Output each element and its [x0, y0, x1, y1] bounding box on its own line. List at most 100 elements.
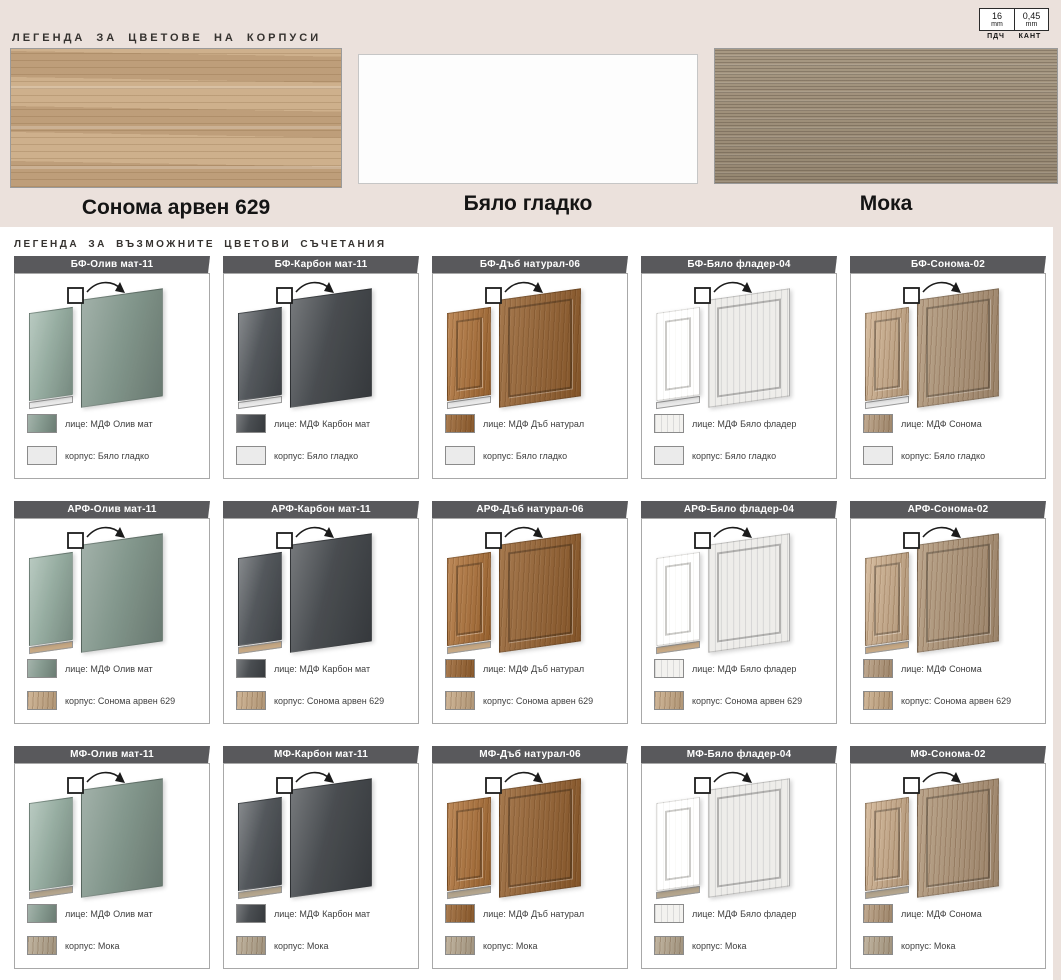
combination-card-body: лице: МДФ Олив мат корпус: Бяло гладко [14, 273, 210, 479]
combination-card-title: АРФ-Карбон мат-11 [223, 501, 419, 518]
face-row: лице: МДФ Дъб натурал [445, 904, 584, 923]
face-row: лице: МДФ Карбон мат [236, 414, 370, 433]
edgeband-thickness-unit: mm [1015, 21, 1048, 28]
body-label: корпус: Сонома арвен 629 [692, 696, 802, 706]
edge-info: 16 mm 0,45 mm ПДЧ КАНТ [979, 8, 1049, 40]
combination-card-body: лице: МДФ Сонома корпус: Мока [850, 763, 1046, 969]
body-label: корпус: Бяло гладко [692, 451, 776, 461]
door-panel-small [447, 552, 491, 646]
combination-card-body: лице: МДФ Олив мат корпус: Мока [14, 763, 210, 969]
face-row: лице: МДФ Дъб натурал [445, 414, 584, 433]
combination-card-title: БФ-Сонома-02 [850, 256, 1046, 273]
door-panel-small [238, 307, 282, 401]
face-label: лице: МДФ Сонома [901, 419, 982, 429]
edge-info-labels: ПДЧ КАНТ [979, 33, 1049, 40]
body-row: корпус: Сонома арвен 629 [863, 691, 1011, 710]
body-swatch [445, 936, 475, 955]
door-swing-icon [483, 277, 555, 307]
body-row: корпус: Бяло гладко [654, 446, 776, 465]
face-swatch [236, 904, 266, 923]
body-row: корпус: Мока [654, 936, 747, 955]
face-label: лице: МДФ Карбон мат [274, 419, 370, 429]
combination-card-body: лице: МДФ Дъб натурал корпус: Сонома арв… [432, 518, 628, 724]
body-swatch [654, 691, 684, 710]
door-panel-small [238, 552, 282, 646]
body-label: корпус: Бяло гладко [65, 451, 149, 461]
edgeband-thickness-value: 0,45 [1015, 11, 1048, 21]
combination-card-title: МФ-Карбон мат-11 [223, 746, 419, 763]
door-swing-icon [901, 277, 973, 307]
combination-card: БФ-Сонома-02 лице: МДФ Сонома корпус: Бя… [850, 256, 1046, 479]
moka-swatch [714, 48, 1058, 184]
door-illustration [433, 274, 627, 410]
combination-card: БФ-Карбон мат-11 лице: МДФ Карбон мат ко… [223, 256, 419, 479]
combination-card-title: АРФ-Дъб натурал-06 [432, 501, 628, 518]
door-panel-small [865, 552, 909, 646]
door-illustration [642, 764, 836, 900]
body-label: корпус: Сонома арвен 629 [65, 696, 175, 706]
body-color-sample-white: Бяло гладко [358, 48, 698, 216]
door-illustration [642, 519, 836, 655]
combination-card: МФ-Олив мат-11 лице: МДФ Олив мат корпус… [14, 746, 210, 969]
door-illustration [224, 274, 418, 410]
combination-card-body: лице: МДФ Бяло фладер корпус: Мока [641, 763, 837, 969]
door-swing-icon [901, 522, 973, 552]
body-color-sample-sonoma-arven: Сонома арвен 629 [10, 48, 342, 220]
combination-card: АРФ-Сонома-02 лице: МДФ Сонома корпус: С… [850, 501, 1046, 724]
body-row: корпус: Бяло гладко [445, 446, 567, 465]
face-swatch [654, 904, 684, 923]
door-illustration [851, 764, 1045, 900]
door-swing-icon [65, 767, 137, 797]
body-swatch [863, 691, 893, 710]
face-swatch [236, 659, 266, 678]
combination-card-title: БФ-Бяло фладер-04 [641, 256, 837, 273]
combination-card-body: лице: МДФ Сонома корпус: Сонома арвен 62… [850, 518, 1046, 724]
face-label: лице: МДФ Дъб натурал [483, 419, 584, 429]
edgeband-label: КАНТ [1013, 33, 1047, 40]
face-label: лице: МДФ Сонома [901, 909, 982, 919]
face-label: лице: МДФ Бяло фладер [692, 664, 796, 674]
door-swing-icon [274, 277, 346, 307]
face-swatch [445, 414, 475, 433]
combination-card-body: лице: МДФ Бяло фладер корпус: Сонома арв… [641, 518, 837, 724]
door-swing-icon [483, 522, 555, 552]
face-swatch [445, 904, 475, 923]
combination-card-title: МФ-Бяло фладер-04 [641, 746, 837, 763]
door-panel-small [656, 552, 700, 646]
face-label: лице: МДФ Карбон мат [274, 664, 370, 674]
door-swing-icon [65, 277, 137, 307]
moka-label: Мока [714, 192, 1058, 216]
face-row: лице: МДФ Бяло фладер [654, 904, 796, 923]
body-swatch [863, 936, 893, 955]
body-swatch [445, 691, 475, 710]
combination-card: МФ-Дъб натурал-06 лице: МДФ Дъб натурал … [432, 746, 628, 969]
door-illustration [642, 274, 836, 410]
combination-card-body: лице: МДФ Карбон мат корпус: Бяло гладко [223, 273, 419, 479]
combination-card-title: АРФ-Бяло фладер-04 [641, 501, 837, 518]
body-row: корпус: Мока [27, 936, 120, 955]
body-row: корпус: Бяло гладко [863, 446, 985, 465]
door-panel-small [656, 307, 700, 401]
door-illustration [15, 519, 209, 655]
body-label: корпус: Сонома арвен 629 [901, 696, 1011, 706]
combination-card: БФ-Дъб натурал-06 лице: МДФ Дъб натурал … [432, 256, 628, 479]
door-illustration [851, 519, 1045, 655]
door-illustration [224, 519, 418, 655]
body-swatch [654, 446, 684, 465]
face-swatch [863, 904, 893, 923]
body-swatch [27, 691, 57, 710]
face-label: лице: МДФ Сонома [901, 664, 982, 674]
body-swatch [445, 446, 475, 465]
combination-card: МФ-Сонома-02 лице: МДФ Сонома корпус: Мо… [850, 746, 1046, 969]
body-swatch [654, 936, 684, 955]
door-illustration [15, 764, 209, 900]
door-panel-small [29, 797, 73, 891]
face-swatch [863, 659, 893, 678]
body-row: корпус: Сонома арвен 629 [236, 691, 384, 710]
combination-card-body: лице: МДФ Олив мат корпус: Сонома арвен … [14, 518, 210, 724]
body-swatch [236, 446, 266, 465]
combination-card: АРФ-Карбон мат-11 лице: МДФ Карбон мат к… [223, 501, 419, 724]
face-label: лице: МДФ Дъб натурал [483, 909, 584, 919]
face-swatch [863, 414, 893, 433]
face-row: лице: МДФ Карбон мат [236, 904, 370, 923]
